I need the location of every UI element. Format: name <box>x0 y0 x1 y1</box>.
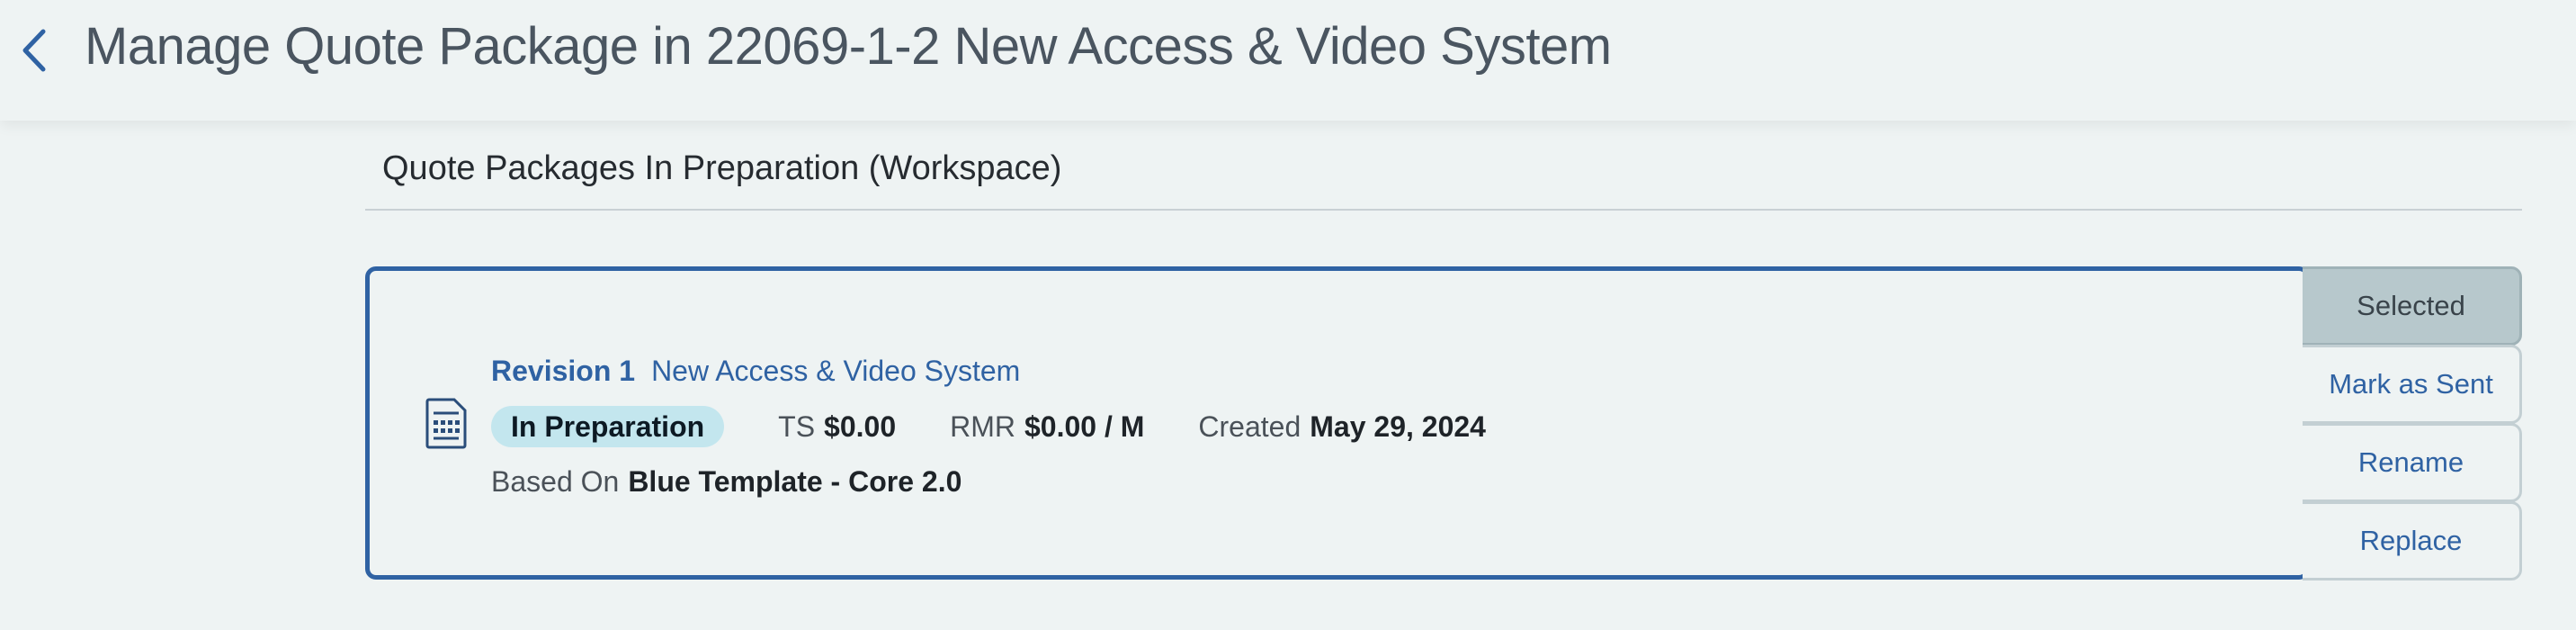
ts-label: TS <box>778 410 816 443</box>
section-divider <box>365 209 2522 211</box>
manage-quote-package-page: Manage Quote Package in 22069-1-2 New Ac… <box>0 0 2576 630</box>
back-button[interactable] <box>9 25 59 76</box>
rename-button[interactable]: Rename <box>2303 423 2522 502</box>
revision-line: Revision 1 New Access & Video System <box>491 355 1020 388</box>
mark-as-sent-button[interactable]: Mark as Sent <box>2303 345 2522 424</box>
created-value: May 29, 2024 <box>1310 410 1486 443</box>
section-title: Quote Packages In Preparation (Workspace… <box>382 149 1062 187</box>
based-on-value: Blue Template - Core 2.0 <box>628 465 962 498</box>
ts-field: TS $0.00 <box>778 410 896 444</box>
package-meta-row: In Preparation TS $0.00 RMR $0.00 / M Crea… <box>491 406 1486 447</box>
page-title: Manage Quote Package in 22069-1-2 New Ac… <box>85 17 1612 76</box>
created-field: Created May 29, 2024 <box>1198 410 1486 444</box>
selected-tab[interactable]: Selected <box>2303 266 2522 346</box>
revision-label: Revision 1 <box>491 355 636 387</box>
ts-value: $0.00 <box>824 410 897 443</box>
quote-package-card[interactable]: Revision 1 New Access & Video System In P… <box>365 266 2310 580</box>
based-on-label: Based On <box>491 465 620 498</box>
page-header: Manage Quote Package in 22069-1-2 New Ac… <box>0 0 2576 121</box>
package-name-link[interactable]: New Access & Video System <box>651 355 1020 387</box>
rmr-field: RMR $0.00 / M <box>950 410 1144 444</box>
rmr-value: $0.00 / M <box>1024 410 1145 443</box>
document-list-icon <box>425 398 467 449</box>
replace-button[interactable]: Replace <box>2303 501 2522 580</box>
status-badge: In Preparation <box>491 406 725 447</box>
rmr-label: RMR <box>950 410 1015 443</box>
based-on-row: Based On Blue Template - Core 2.0 <box>491 465 962 499</box>
package-actions: Selected Mark as Sent Rename Replace <box>2303 266 2522 580</box>
created-label: Created <box>1198 410 1301 443</box>
chevron-left-icon <box>22 29 46 72</box>
